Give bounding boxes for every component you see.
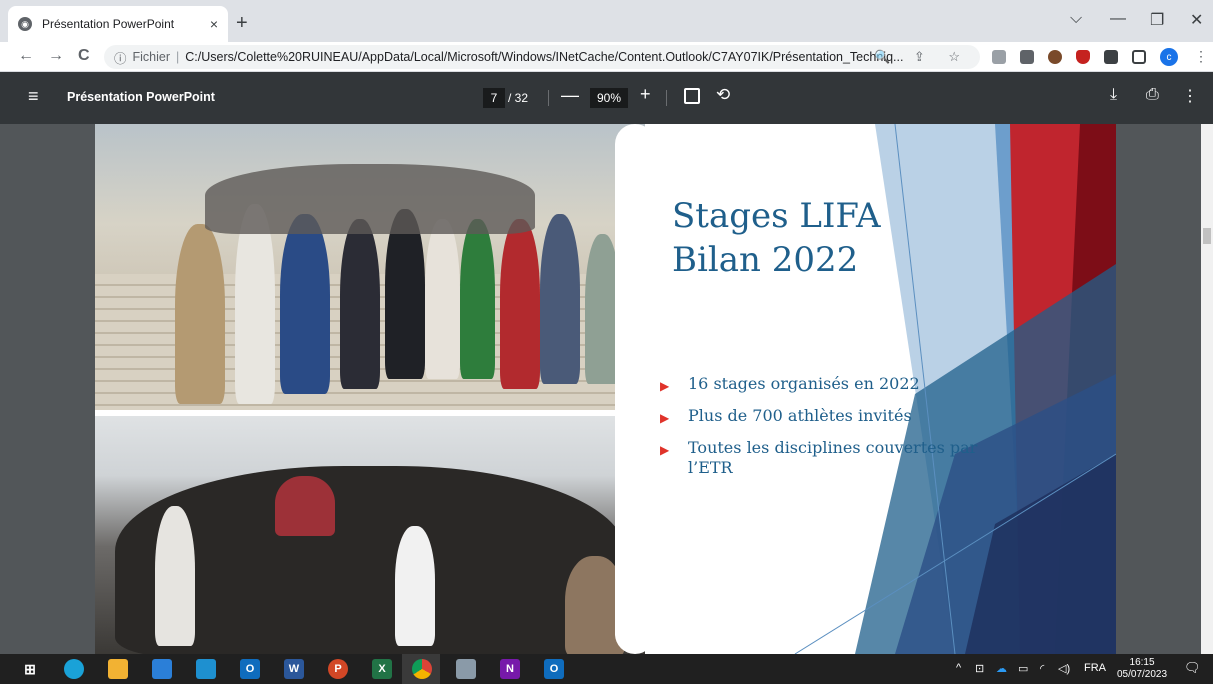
- outlook-icon[interactable]: O: [240, 659, 260, 679]
- person: [175, 224, 225, 404]
- store-icon[interactable]: [152, 659, 172, 679]
- puzzle-icon[interactable]: [1104, 50, 1118, 64]
- zoom-in-button[interactable]: +: [640, 84, 651, 105]
- photo-divider-wave: [615, 124, 655, 654]
- bullet-arrow-icon: ▶: [660, 411, 670, 425]
- browser-menu-icon[interactable]: ⋮: [1194, 48, 1208, 65]
- forward-button[interactable]: →: [48, 47, 64, 65]
- person: [460, 219, 495, 379]
- person: [540, 214, 580, 384]
- notification-icon[interactable]: 🗨: [1184, 660, 1201, 676]
- person: [385, 209, 425, 379]
- back-button[interactable]: ←: [18, 47, 34, 65]
- excel-icon[interactable]: X: [372, 659, 392, 679]
- profile-avatar[interactable]: c: [1160, 48, 1178, 66]
- download-icon[interactable]: ⤓: [1110, 86, 1117, 104]
- group-photo-top: [95, 124, 645, 410]
- bullet-arrow-icon: ▶: [660, 379, 670, 393]
- browser-tab-strip: ◉ Présentation PowerPoint × + ⌵ — ❐ ✕: [0, 0, 1213, 42]
- restore-button[interactable]: ❐: [1150, 10, 1164, 30]
- pdf-toolbar: ≡ Présentation PowerPoint 7 / 32 — 90% +…: [0, 72, 1213, 124]
- vertical-scrollbar[interactable]: [1201, 124, 1213, 654]
- windows-taskbar: ⊞ O W P X N O ^ ⊡ ☁ ▭ ◜ ◁) FRA 16:15 05/…: [0, 654, 1213, 684]
- back-row: [205, 164, 535, 234]
- chrome-icon[interactable]: [412, 659, 432, 679]
- rotate-icon[interactable]: ⟲: [716, 85, 730, 105]
- battery-icon[interactable]: ▭: [1018, 662, 1028, 675]
- browser-tab[interactable]: ◉ Présentation PowerPoint ×: [8, 6, 228, 42]
- tab-search-icon[interactable]: ⌵: [1070, 10, 1082, 28]
- page-total: / 32: [508, 91, 529, 105]
- person: [280, 214, 330, 394]
- powerpoint-icon[interactable]: P: [328, 659, 348, 679]
- page-number-input[interactable]: 7: [483, 88, 505, 108]
- close-window-button[interactable]: ✕: [1190, 10, 1203, 30]
- print-icon[interactable]: ⎙: [1146, 86, 1159, 104]
- onenote-icon[interactable]: N: [500, 659, 520, 679]
- extension-icon[interactable]: [1020, 50, 1034, 64]
- onedrive-icon[interactable]: ☁: [996, 662, 1007, 675]
- app-icon[interactable]: [456, 659, 476, 679]
- person: [500, 219, 540, 389]
- bullet-text: Toutes les disciplines couvertes par l’E…: [688, 438, 978, 477]
- more-actions-icon[interactable]: ⋮: [1182, 86, 1198, 106]
- zoom-out-button[interactable]: —: [561, 85, 579, 106]
- bullet-text: 16 stages organisés en 2022: [688, 374, 920, 393]
- fit-page-icon[interactable]: [684, 88, 700, 104]
- url-text: C:/Users/Colette%20RUINEAU/AppData/Local…: [185, 50, 904, 64]
- tray-app-icon[interactable]: ⊡: [975, 662, 984, 675]
- address-input[interactable]: ⓘ Fichier | C:/Users/Colette%20RUINEAU/A…: [104, 45, 980, 69]
- system-clock[interactable]: 16:15 05/07/2023: [1117, 657, 1167, 681]
- scheme-label: Fichier: [132, 50, 171, 64]
- word-icon[interactable]: W: [284, 659, 304, 679]
- person: [155, 506, 195, 646]
- person: [340, 219, 380, 389]
- outlook-icon[interactable]: O: [544, 659, 564, 679]
- minimize-button[interactable]: —: [1110, 10, 1126, 28]
- extension-icon[interactable]: [992, 50, 1006, 64]
- windows-start-icon[interactable]: ⊞: [20, 659, 40, 679]
- group-photo-bottom: [95, 416, 645, 654]
- clock-time: 16:15: [1129, 657, 1155, 668]
- new-tab-button[interactable]: +: [236, 12, 248, 35]
- zoom-input[interactable]: 90%: [590, 88, 628, 108]
- address-bar-row: ← → C ⓘ Fichier | C:/Users/Colette%20RUI…: [0, 42, 1213, 72]
- volume-icon[interactable]: ◁): [1058, 662, 1070, 675]
- document-title: Présentation PowerPoint: [67, 90, 215, 104]
- person: [275, 476, 335, 536]
- omnibox-action-icons[interactable]: 🔍 ⇪ ☆: [874, 49, 970, 65]
- scrollbar-thumb[interactable]: [1203, 228, 1211, 244]
- info-icon[interactable]: ⓘ: [114, 48, 127, 67]
- app-icon[interactable]: [196, 659, 216, 679]
- slide-bullets: ▶ 16 stages organisés en 2022 ▶ Plus de …: [660, 374, 1005, 488]
- language-indicator[interactable]: FRA: [1084, 662, 1106, 674]
- menu-icon[interactable]: ≡: [28, 86, 39, 107]
- toolbar-divider: [666, 90, 667, 106]
- slide-title: Stages LIFA Bilan 2022: [672, 196, 881, 280]
- slide-page: Stages LIFA Bilan 2022 ▶ 16 stages organ…: [95, 124, 1116, 654]
- pdf-viewer[interactable]: Stages LIFA Bilan 2022 ▶ 16 stages organ…: [0, 124, 1213, 654]
- tab-close-icon[interactable]: ×: [210, 16, 218, 32]
- wifi-icon[interactable]: ◜: [1040, 662, 1044, 675]
- reload-button[interactable]: C: [78, 47, 90, 65]
- side-panel-icon[interactable]: [1132, 50, 1146, 64]
- extension-icon[interactable]: [1048, 50, 1062, 64]
- toolbar-divider: [548, 90, 549, 106]
- tray-expand-icon[interactable]: ^: [956, 662, 961, 674]
- file-explorer-icon[interactable]: [108, 659, 128, 679]
- edge-icon[interactable]: [64, 659, 84, 679]
- clock-date: 05/07/2023: [1117, 669, 1168, 680]
- bullet-text: Plus de 700 athlètes invités: [688, 406, 912, 425]
- bullet-item: ▶ Toutes les disciplines couvertes par l…: [660, 438, 1005, 478]
- bullet-item: ▶ 16 stages organisés en 2022: [660, 374, 1005, 396]
- address-separator: |: [176, 50, 180, 64]
- shield-extension-icon[interactable]: [1076, 50, 1090, 64]
- bullet-item: ▶ Plus de 700 athlètes invités: [660, 406, 1005, 428]
- globe-icon: ◉: [18, 17, 32, 31]
- person: [235, 204, 275, 404]
- person: [395, 526, 435, 646]
- person: [425, 219, 460, 379]
- tab-title: Présentation PowerPoint: [42, 17, 175, 31]
- bullet-arrow-icon: ▶: [660, 443, 670, 457]
